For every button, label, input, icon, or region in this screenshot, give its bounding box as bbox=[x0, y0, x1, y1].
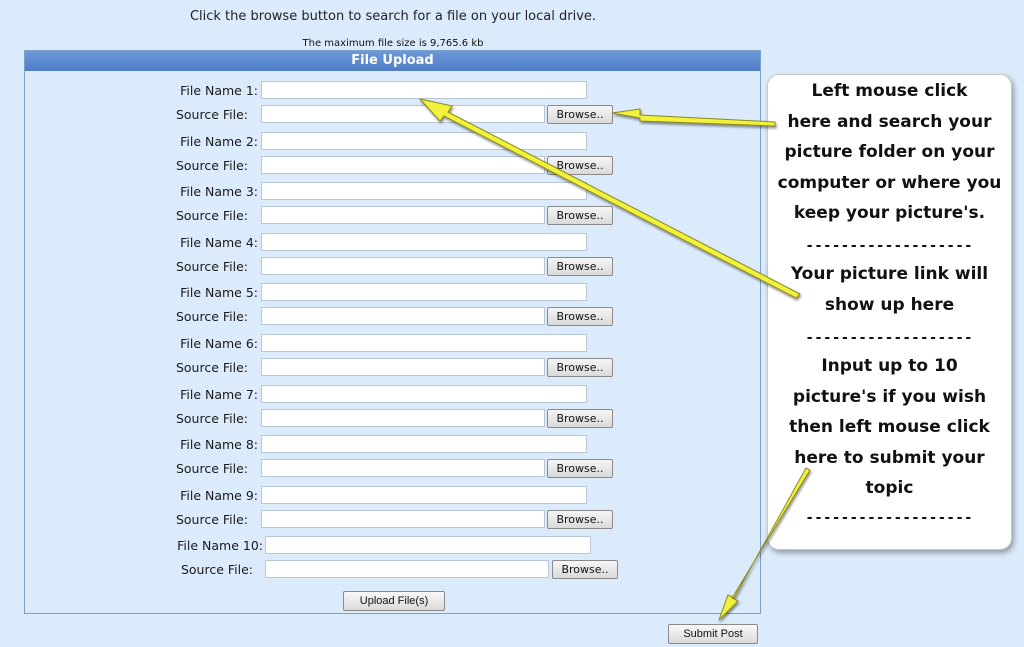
file-name-row: File Name 4: bbox=[25, 232, 760, 253]
callout-divider: ------------------- bbox=[806, 330, 975, 346]
file-name-label: File Name 9: bbox=[180, 487, 258, 503]
upload-files-button[interactable]: Upload File(s) bbox=[343, 591, 445, 611]
file-name-input[interactable] bbox=[265, 536, 591, 555]
file-name-label: File Name 8: bbox=[180, 437, 258, 453]
panel-title: File Upload bbox=[25, 51, 760, 71]
browse-button[interactable]: Browse.. bbox=[547, 105, 613, 124]
file-name-label: File Name 5: bbox=[180, 285, 258, 301]
source-file-row: Source File: Browse.. bbox=[25, 509, 760, 530]
source-file-label: Source File: bbox=[175, 461, 248, 477]
source-file-row: Source File: Browse.. bbox=[25, 459, 760, 479]
source-file-input[interactable] bbox=[261, 256, 545, 275]
source-file-row: Source File: Browse.. bbox=[25, 408, 760, 429]
callout-divider: ------------------- bbox=[806, 510, 975, 526]
callout-line: keep your picture's. bbox=[793, 203, 986, 223]
source-file-input[interactable] bbox=[261, 459, 545, 478]
callout-line: topic bbox=[865, 478, 914, 498]
file-name-input[interactable] bbox=[261, 182, 587, 201]
source-file-row: Source File: Browse.. bbox=[25, 560, 760, 580]
source-file-label: Source File: bbox=[175, 157, 248, 173]
browse-button[interactable]: Browse.. bbox=[547, 206, 613, 226]
file-name-input[interactable] bbox=[261, 384, 587, 403]
source-file-label: Source File: bbox=[175, 360, 248, 375]
browse-button[interactable]: Browse.. bbox=[547, 358, 613, 377]
file-name-input[interactable] bbox=[261, 131, 587, 150]
source-file-label: Source File: bbox=[175, 511, 248, 527]
file-name-row: File Name 9: bbox=[25, 485, 760, 506]
source-file-label: Source File: bbox=[175, 107, 248, 122]
file-name-label: File Name 7: bbox=[180, 386, 258, 402]
file-name-input[interactable] bbox=[261, 435, 587, 454]
source-file-input[interactable] bbox=[261, 206, 545, 225]
callout-line: show up here bbox=[824, 294, 955, 315]
file-name-row: File Name 7: bbox=[25, 384, 760, 405]
source-file-row: Source File: Browse.. bbox=[25, 307, 760, 327]
callout-line: then left mouse click bbox=[789, 417, 990, 437]
file-name-row: File Name 5: bbox=[25, 283, 760, 303]
browse-button[interactable]: Browse.. bbox=[547, 408, 613, 428]
callout-paragraph-3: Input up to 10 picture's if you wish the… bbox=[768, 351, 1011, 504]
instruction-callout: Left mouse click here and search your pi… bbox=[767, 74, 1012, 550]
source-file-row: Source File: Browse.. bbox=[25, 256, 760, 277]
source-file-input[interactable] bbox=[261, 155, 545, 174]
source-file-input[interactable] bbox=[261, 509, 545, 528]
file-name-label: File Name 1: bbox=[180, 83, 258, 98]
file-name-row: File Name 2: bbox=[25, 131, 760, 152]
file-name-input[interactable] bbox=[261, 232, 587, 251]
callout-paragraph-1: Left mouse click here and search your pi… bbox=[768, 76, 1011, 229]
source-file-label: Source File: bbox=[180, 562, 253, 578]
source-file-input[interactable] bbox=[265, 560, 549, 579]
source-file-label: Source File: bbox=[175, 410, 248, 426]
source-file-input[interactable] bbox=[261, 358, 545, 376]
file-name-input[interactable] bbox=[261, 485, 587, 504]
source-file-row: Source File: Browse.. bbox=[25, 206, 760, 226]
max-file-size-text: The maximum file size is 9,765.6 kb bbox=[302, 38, 484, 49]
source-file-label: Source File: bbox=[175, 309, 248, 325]
browse-button[interactable]: Browse.. bbox=[552, 560, 618, 580]
source-file-input[interactable] bbox=[261, 408, 545, 427]
source-file-row: Source File: Browse.. bbox=[25, 155, 760, 176]
callout-line: here and search your bbox=[787, 111, 992, 132]
instruction-text: Click the browse button to search for a … bbox=[189, 9, 597, 24]
source-file-label: Source File: bbox=[175, 258, 248, 274]
source-file-row: Source File: Browse.. bbox=[25, 105, 760, 125]
file-name-label: File Name 4: bbox=[180, 234, 258, 250]
browse-button[interactable]: Browse.. bbox=[547, 459, 613, 479]
browse-button[interactable]: Browse.. bbox=[547, 307, 613, 327]
file-name-input[interactable] bbox=[261, 283, 587, 302]
file-name-label: File Name 3: bbox=[180, 184, 258, 200]
callout-line: Input up to 10 bbox=[821, 356, 958, 376]
callout-divider: ------------------- bbox=[806, 238, 975, 254]
browse-button[interactable]: Browse.. bbox=[547, 155, 613, 175]
source-file-label: Source File: bbox=[175, 208, 248, 224]
callout-line: computer or where you bbox=[777, 172, 1002, 193]
source-file-input[interactable] bbox=[261, 105, 545, 123]
file-name-label: File Name 6: bbox=[180, 336, 258, 351]
browse-button[interactable]: Browse.. bbox=[547, 509, 613, 529]
callout-paragraph-2: Your picture link will show up here bbox=[768, 259, 1011, 320]
file-name-row: File Name 10: bbox=[25, 536, 760, 556]
file-name-label: File Name 10: bbox=[177, 538, 263, 554]
file-name-label: File Name 2: bbox=[180, 133, 258, 149]
browse-button[interactable]: Browse.. bbox=[547, 256, 613, 276]
file-name-row: File Name 1: bbox=[25, 81, 760, 101]
file-name-input[interactable] bbox=[261, 81, 587, 99]
file-name-row: File Name 8: bbox=[25, 435, 760, 455]
submit-post-button[interactable]: Submit Post bbox=[668, 624, 758, 644]
file-upload-panel: File Upload File Name 1: Source File: Brow… bbox=[24, 50, 761, 614]
callout-line: Left mouse click bbox=[811, 81, 968, 101]
file-name-input[interactable] bbox=[261, 334, 587, 352]
source-file-row: Source File: Browse.. bbox=[25, 358, 760, 378]
callout-line: picture's if you wish bbox=[792, 386, 987, 407]
source-file-input[interactable] bbox=[261, 307, 545, 326]
callout-line: picture folder on your bbox=[784, 142, 995, 162]
file-name-row: File Name 3: bbox=[25, 182, 760, 202]
callout-line: here to submit your bbox=[794, 447, 985, 468]
file-name-row: File Name 6: bbox=[25, 334, 760, 354]
callout-line: Your picture link will bbox=[790, 264, 989, 284]
